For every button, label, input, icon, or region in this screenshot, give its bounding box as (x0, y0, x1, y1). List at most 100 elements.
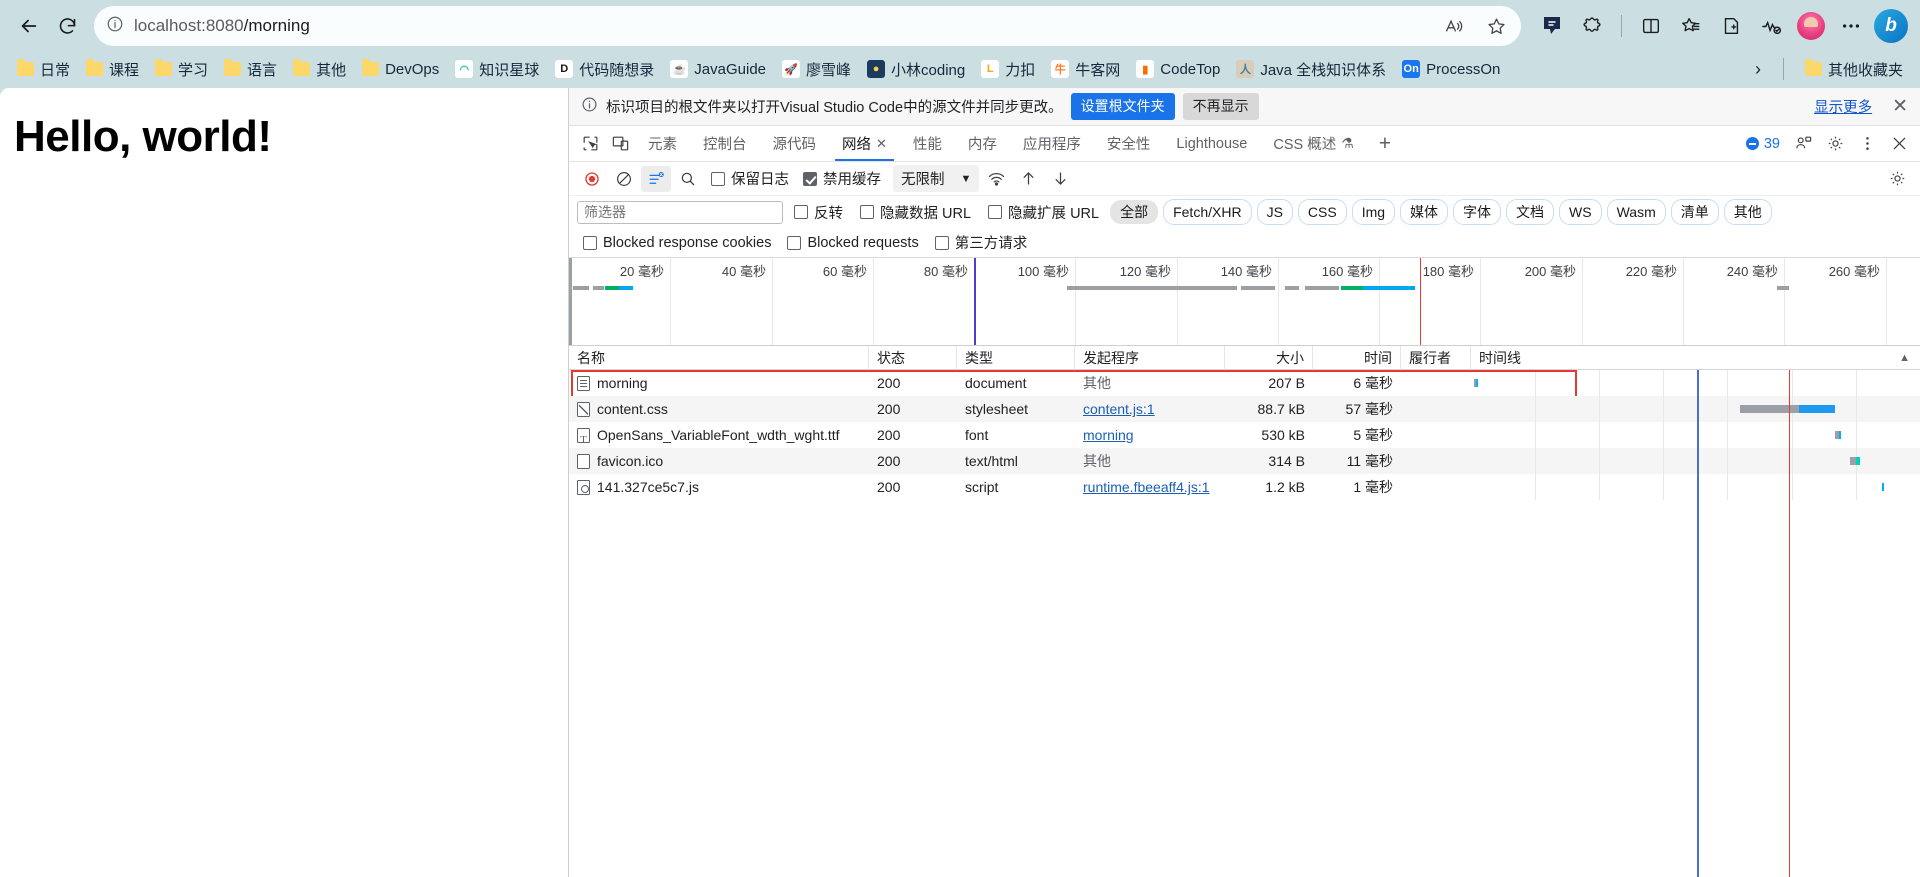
tab-应用程序[interactable]: 应用程序 (1010, 127, 1094, 161)
blocked-requests-checkbox[interactable]: Blocked requests (781, 235, 924, 251)
filter-toggle-button[interactable] (641, 165, 671, 192)
bookmark-item[interactable]: ◠ 知识星球 (448, 55, 546, 84)
column-header-waterfall[interactable]: 时间线 (1471, 346, 1899, 370)
column-header-executor[interactable]: 履行者 (1401, 345, 1471, 370)
disable-cache-checkbox[interactable]: 禁用缓存 (797, 168, 887, 189)
bookmark-item[interactable]: 牛牛客网 (1044, 55, 1127, 84)
close-icon[interactable]: ✕ (876, 136, 887, 152)
search-icon[interactable] (673, 166, 703, 192)
devices-icon[interactable] (1788, 130, 1818, 158)
filter-type-全部[interactable]: 全部 (1110, 199, 1159, 225)
filter-input[interactable] (577, 200, 783, 224)
filter-type-Img[interactable]: Img (1351, 198, 1396, 226)
filter-type-CSS[interactable]: CSS (1297, 198, 1347, 226)
cell-initiator[interactable]: runtime.fbeeaff4.js:1 (1075, 474, 1225, 500)
bookmark-item[interactable]: L 力扣 (974, 55, 1042, 84)
invert-checkbox[interactable]: 反转 (788, 202, 849, 223)
cell-initiator[interactable]: morning (1075, 422, 1225, 448)
tab-CSS 概述[interactable]: CSS 概述 ⚗ (1260, 127, 1366, 161)
bing-chat-button[interactable]: b (1872, 7, 1910, 45)
bookmark-item[interactable]: D 代码随想录 (548, 55, 661, 84)
bookmark-item[interactable]: ● 小林coding (860, 55, 972, 84)
bookmark-item[interactable]: DevOps (355, 57, 446, 82)
bookmark-item[interactable]: 语言 (217, 55, 284, 84)
gear-icon[interactable] (1820, 130, 1850, 158)
bookmark-item[interactable]: ▮ CodeTop (1129, 56, 1227, 82)
column-header-initiator[interactable]: 发起程序 (1075, 345, 1225, 370)
import-har-icon[interactable] (1013, 166, 1043, 192)
table-row[interactable]: favicon.ico 200 text/html 其他 314 B 11 毫秒 (569, 448, 1920, 474)
hide-data-urls-checkbox[interactable]: 隐藏数据 URL (854, 202, 977, 223)
dont-show-again-button[interactable]: 不再显示 (1182, 93, 1259, 120)
table-row[interactable]: OpenSans_VariableFont_wdth_wght.ttf 200 fo… (569, 422, 1920, 448)
filter-type-文档[interactable]: 文档 (1506, 198, 1555, 226)
bookmark-item[interactable]: 课程 (79, 55, 146, 84)
filter-type-JS[interactable]: JS (1256, 198, 1293, 226)
bookmark-item[interactable]: 其他 (286, 55, 353, 84)
table-row[interactable]: morning 200 document 其他 207 B 6 毫秒 (569, 370, 1920, 399)
tab-网络[interactable]: 网络 ✕ (829, 127, 900, 161)
blocked-response-cookies-checkbox[interactable]: Blocked response cookies (577, 235, 777, 251)
device-toolbar-icon[interactable] (605, 130, 635, 158)
read-aloud-icon[interactable] (1435, 7, 1473, 45)
filter-type-媒体[interactable]: 媒体 (1400, 198, 1449, 226)
column-header-name[interactable]: 名称 (569, 345, 869, 370)
reload-button[interactable] (48, 7, 86, 45)
filter-type-Fetch/XHR[interactable]: Fetch/XHR (1163, 198, 1252, 226)
network-settings-gear-icon[interactable] (1882, 166, 1912, 192)
table-row[interactable]: content.css 200 stylesheet content.js:1 88.7… (569, 396, 1920, 422)
extensions-icon[interactable] (1573, 7, 1611, 45)
copilot-icon[interactable] (1533, 7, 1571, 45)
bookmark-other-favorites[interactable]: 其他收藏夹 (1798, 55, 1910, 84)
record-button[interactable] (577, 166, 607, 192)
back-button[interactable] (10, 7, 48, 45)
tab-控制台[interactable]: 控制台 (690, 127, 760, 161)
filter-type-其他[interactable]: 其他 (1723, 198, 1772, 226)
add-panel-button[interactable]: + (1367, 132, 1403, 156)
filter-type-WS[interactable]: WS (1559, 198, 1602, 226)
export-har-icon[interactable] (1045, 166, 1075, 192)
tab-安全性[interactable]: 安全性 (1094, 127, 1164, 161)
favorites-list-icon[interactable] (1672, 7, 1710, 45)
close-icon[interactable]: ✕ (1880, 95, 1910, 118)
tab-元素[interactable]: 元素 (635, 127, 690, 161)
hide-extension-urls-checkbox[interactable]: 隐藏扩展 URL (982, 202, 1105, 223)
bookmark-item[interactable]: 学习 (148, 55, 215, 84)
preserve-log-checkbox[interactable]: 保留日志 (705, 168, 795, 189)
inspect-element-icon[interactable] (575, 130, 605, 158)
throttling-select[interactable]: 无限制 ▼ (893, 165, 980, 192)
collections-icon[interactable] (1712, 7, 1750, 45)
settings-more-icon[interactable] (1832, 7, 1870, 45)
address-bar[interactable]: localhost:8080/morning (94, 6, 1521, 46)
bookmark-item[interactable]: On ProcessOn (1395, 56, 1507, 82)
clear-button[interactable] (609, 166, 639, 192)
devtools-more-icon[interactable] (1852, 130, 1882, 158)
tab-Lighthouse[interactable]: Lighthouse (1163, 127, 1260, 161)
bookmark-item[interactable]: ☕ JavaGuide (663, 56, 773, 82)
column-header-status[interactable]: 状态 (869, 345, 957, 370)
overview-left-handle[interactable] (569, 258, 572, 345)
column-header-type[interactable]: 类型 (957, 345, 1075, 370)
bookmark-item[interactable]: 🚀 廖雪峰 (775, 55, 858, 84)
third-party-requests-checkbox[interactable]: 第三方请求 (929, 232, 1034, 253)
bookmarks-overflow-chevron[interactable]: › (1747, 59, 1769, 80)
tab-源代码[interactable]: 源代码 (760, 127, 830, 161)
column-header-time[interactable]: 时间 (1313, 345, 1401, 370)
favorite-star-icon[interactable] (1477, 7, 1515, 45)
devtools-close-icon[interactable] (1884, 130, 1914, 158)
browser-essentials-icon[interactable] (1752, 7, 1790, 45)
network-conditions-icon[interactable] (981, 166, 1011, 192)
network-overview-timeline[interactable]: 20 毫秒 40 毫秒 60 毫秒 80 毫秒 100 毫秒 120 毫秒 140 毫秒 16… (569, 258, 1920, 346)
bookmark-item[interactable]: 日常 (10, 55, 77, 84)
set-root-folder-button[interactable]: 设置根文件夹 (1070, 93, 1175, 120)
cell-initiator[interactable]: content.js:1 (1075, 396, 1225, 422)
split-screen-icon[interactable] (1632, 7, 1670, 45)
bookmark-item[interactable]: 人 Java 全栈知识体系 (1229, 55, 1393, 84)
tab-性能[interactable]: 性能 (900, 127, 955, 161)
site-info-icon[interactable] (106, 15, 124, 38)
column-header-size[interactable]: 大小 (1225, 345, 1313, 370)
table-row[interactable]: 141.327ce5c7.js 200 script runtime.fbeeaff4… (569, 474, 1920, 500)
avatar[interactable] (1792, 7, 1830, 45)
filter-type-Wasm[interactable]: Wasm (1606, 198, 1666, 226)
issues-badge[interactable]: 39 (1745, 136, 1786, 152)
